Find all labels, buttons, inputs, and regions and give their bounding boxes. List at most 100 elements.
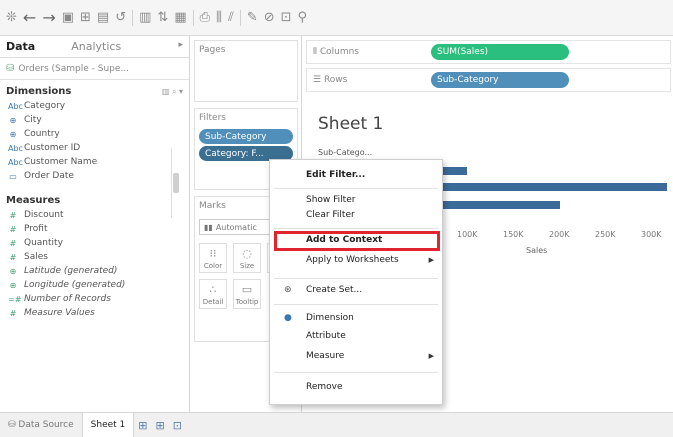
tab-data[interactable]: Data — [0, 36, 41, 57]
marks-color-button[interactable]: ⁝⁝ Color — [199, 243, 227, 273]
measure-field[interactable]: # Quantity — [0, 236, 189, 250]
dimension-field-label: Order Date — [24, 171, 74, 181]
measure-field[interactable]: # Sales — [0, 250, 189, 264]
pages-card[interactable]: Pages — [194, 40, 298, 102]
menu-item-measure[interactable]: Measure — [306, 351, 344, 361]
measure-type-icon: # — [9, 238, 17, 248]
fit-icon[interactable]: ⊡ — [281, 10, 292, 26]
dimensions-title: Dimensions — [6, 86, 72, 97]
dimension-field[interactable]: Abc Customer Name — [0, 155, 189, 169]
dimensions-scrollbar[interactable] — [171, 148, 179, 218]
dimension-field[interactable]: ▭ Order Date — [0, 169, 189, 183]
measure-field-label: Quantity — [24, 238, 63, 248]
measure-field-label: Latitude (generated) — [24, 266, 118, 276]
data-source-tab[interactable]: ⛁ Data Source — [0, 413, 82, 437]
bar-chart-icon: ▮▮ — [204, 222, 213, 232]
scrollbar-thumb[interactable] — [173, 173, 179, 193]
dimensions-tools-icon[interactable]: ▥ ⌕ ▾ — [162, 87, 183, 97]
marks-tooltip-button[interactable]: ▭ Tooltip — [233, 279, 261, 309]
forward-arrow-icon[interactable]: → — [42, 9, 55, 26]
new-story-icon[interactable]: ⊡ — [169, 419, 186, 432]
pen-icon[interactable]: ✎ — [247, 10, 258, 26]
measures-list: # Discount # Profit # Quantity # Sales ⊕ Latitude… — [0, 208, 189, 320]
measures-title: Measures — [6, 195, 61, 206]
pages-title: Pages — [199, 45, 226, 55]
menu-separator — [274, 372, 438, 373]
x-axis-tick-label: 200K — [549, 230, 570, 239]
data-source-tab-label: Data Source — [18, 420, 74, 430]
dimension-field[interactable]: Abc Customer ID — [0, 141, 189, 155]
measure-field[interactable]: ⊕ Longitude (generated) — [0, 278, 189, 292]
menu-item-clear-filter[interactable]: Clear Filter — [306, 210, 355, 220]
toolbar: ❊ ← → ▣ ⊞ ▤ ↺ ▥ ⇅ ▦ ⎙ ⫼ ⫽ ✎ ⊘ ⊡ ⚲ — [0, 0, 673, 36]
sort-desc-icon[interactable]: ⫽ — [228, 10, 234, 26]
dimension-type-icon: Abc — [8, 101, 23, 111]
sort-icon[interactable]: ▦ — [174, 10, 186, 26]
measure-type-icon: ⊕ — [9, 266, 17, 276]
tab-dropdown-icon[interactable]: ▸ — [172, 36, 189, 57]
menu-item-remove[interactable]: Remove — [306, 382, 343, 392]
tableau-logo-icon[interactable]: ❊ — [6, 10, 17, 26]
new-sheet-icon[interactable]: ▤ — [97, 10, 109, 26]
sheet-tab[interactable]: Sheet 1 — [81, 412, 135, 437]
save-icon[interactable]: ▣ — [62, 10, 74, 26]
measure-type-icon: # — [9, 224, 17, 234]
dimension-field[interactable]: ⊕ City — [0, 113, 189, 127]
swap-icon[interactable]: ⇅ — [157, 10, 168, 26]
menu-item-apply-to-worksheets[interactable]: Apply to Worksheets — [306, 255, 399, 265]
new-worksheet-icon[interactable]: ⊞ — [134, 419, 151, 432]
measures-header: Measures — [0, 189, 189, 208]
datasource-item[interactable]: ⛁ Orders (Sample - Supe... — [0, 58, 189, 80]
measure-type-icon: # — [9, 210, 17, 220]
dimension-field-label: City — [24, 115, 42, 125]
menu-item-edit-filter[interactable]: Edit Filter... — [306, 170, 365, 180]
columns-shelf[interactable]: ⦀ Columns SUM(Sales) — [306, 40, 671, 64]
dimension-field[interactable]: Abc Category — [0, 99, 189, 113]
measure-field[interactable]: # Measure Values — [0, 306, 189, 320]
measure-type-icon: # — [9, 252, 17, 262]
new-datasource-icon[interactable]: ⊞ — [80, 10, 91, 26]
x-axis-tick-label: 100K — [457, 230, 478, 239]
undo-icon[interactable]: ↺ — [115, 10, 126, 26]
measure-field[interactable]: # Discount — [0, 208, 189, 222]
x-axis-tick-label: 250K — [595, 230, 616, 239]
marks-detail-button[interactable]: ∴ Detail — [199, 279, 227, 309]
measure-field[interactable]: =# Number of Records — [0, 292, 189, 306]
dimensions-list: Abc Category ⊕ City ⊕ Country Abc Customer ID Ab… — [0, 99, 189, 183]
columns-pill-sum-sales[interactable]: SUM(Sales) — [431, 44, 569, 60]
columns-label: Columns — [319, 47, 359, 57]
measure-field[interactable]: # Profit — [0, 222, 189, 236]
label-icon[interactable]: ⊘ — [264, 10, 275, 26]
x-axis-tick-label: 300K — [641, 230, 662, 239]
marks-size-button[interactable]: ◌ Size — [233, 243, 261, 273]
bar-mark — [432, 183, 667, 191]
filter-pill-subcategory[interactable]: Sub-Category — [199, 129, 293, 144]
x-axis-tick-label: 150K — [503, 230, 524, 239]
menu-item-create-set[interactable]: Create Set... — [306, 285, 362, 295]
rows-icon: ☰ — [313, 75, 324, 85]
measure-field[interactable]: ⊕ Latitude (generated) — [0, 264, 189, 278]
tab-analytics[interactable]: Analytics — [41, 36, 127, 57]
size-icon: ◌ — [242, 246, 252, 260]
back-arrow-icon[interactable]: ← — [23, 9, 36, 26]
measure-field-label: Number of Records — [24, 294, 111, 304]
rows-pill-subcategory[interactable]: Sub-Category — [431, 72, 569, 88]
new-dashboard-icon[interactable]: ⊞ — [152, 419, 169, 432]
highlight-icon[interactable]: ⎙ — [200, 10, 210, 26]
submenu-arrow-icon: ▶ — [428, 256, 434, 264]
sort-asc-icon[interactable]: ⫼ — [216, 10, 222, 26]
dimension-type-icon: ⊕ — [9, 129, 17, 139]
dimension-field[interactable]: ⊕ Country — [0, 127, 189, 141]
marks-button-label: Detail — [202, 297, 224, 306]
chart-icon[interactable]: ▥ — [139, 10, 151, 26]
rows-shelf[interactable]: ☰ Rows Sub-Category — [306, 68, 671, 92]
data-pane: Data Analytics ▸ ⛁ Orders (Sample - Supe… — [0, 36, 190, 412]
datasource-label: Orders (Sample - Supe... — [18, 63, 129, 74]
dimension-type-icon: ⊕ — [9, 115, 17, 125]
context-menu: Edit Filter... Show Filter Clear Filter Add… — [269, 159, 443, 405]
menu-item-attribute[interactable]: Attribute — [306, 331, 346, 341]
columns-icon: ⦀ — [313, 47, 320, 57]
pin-icon[interactable]: ⚲ — [298, 10, 308, 26]
menu-item-dimension[interactable]: Dimension — [306, 313, 354, 323]
menu-item-show-filter[interactable]: Show Filter — [306, 195, 355, 205]
